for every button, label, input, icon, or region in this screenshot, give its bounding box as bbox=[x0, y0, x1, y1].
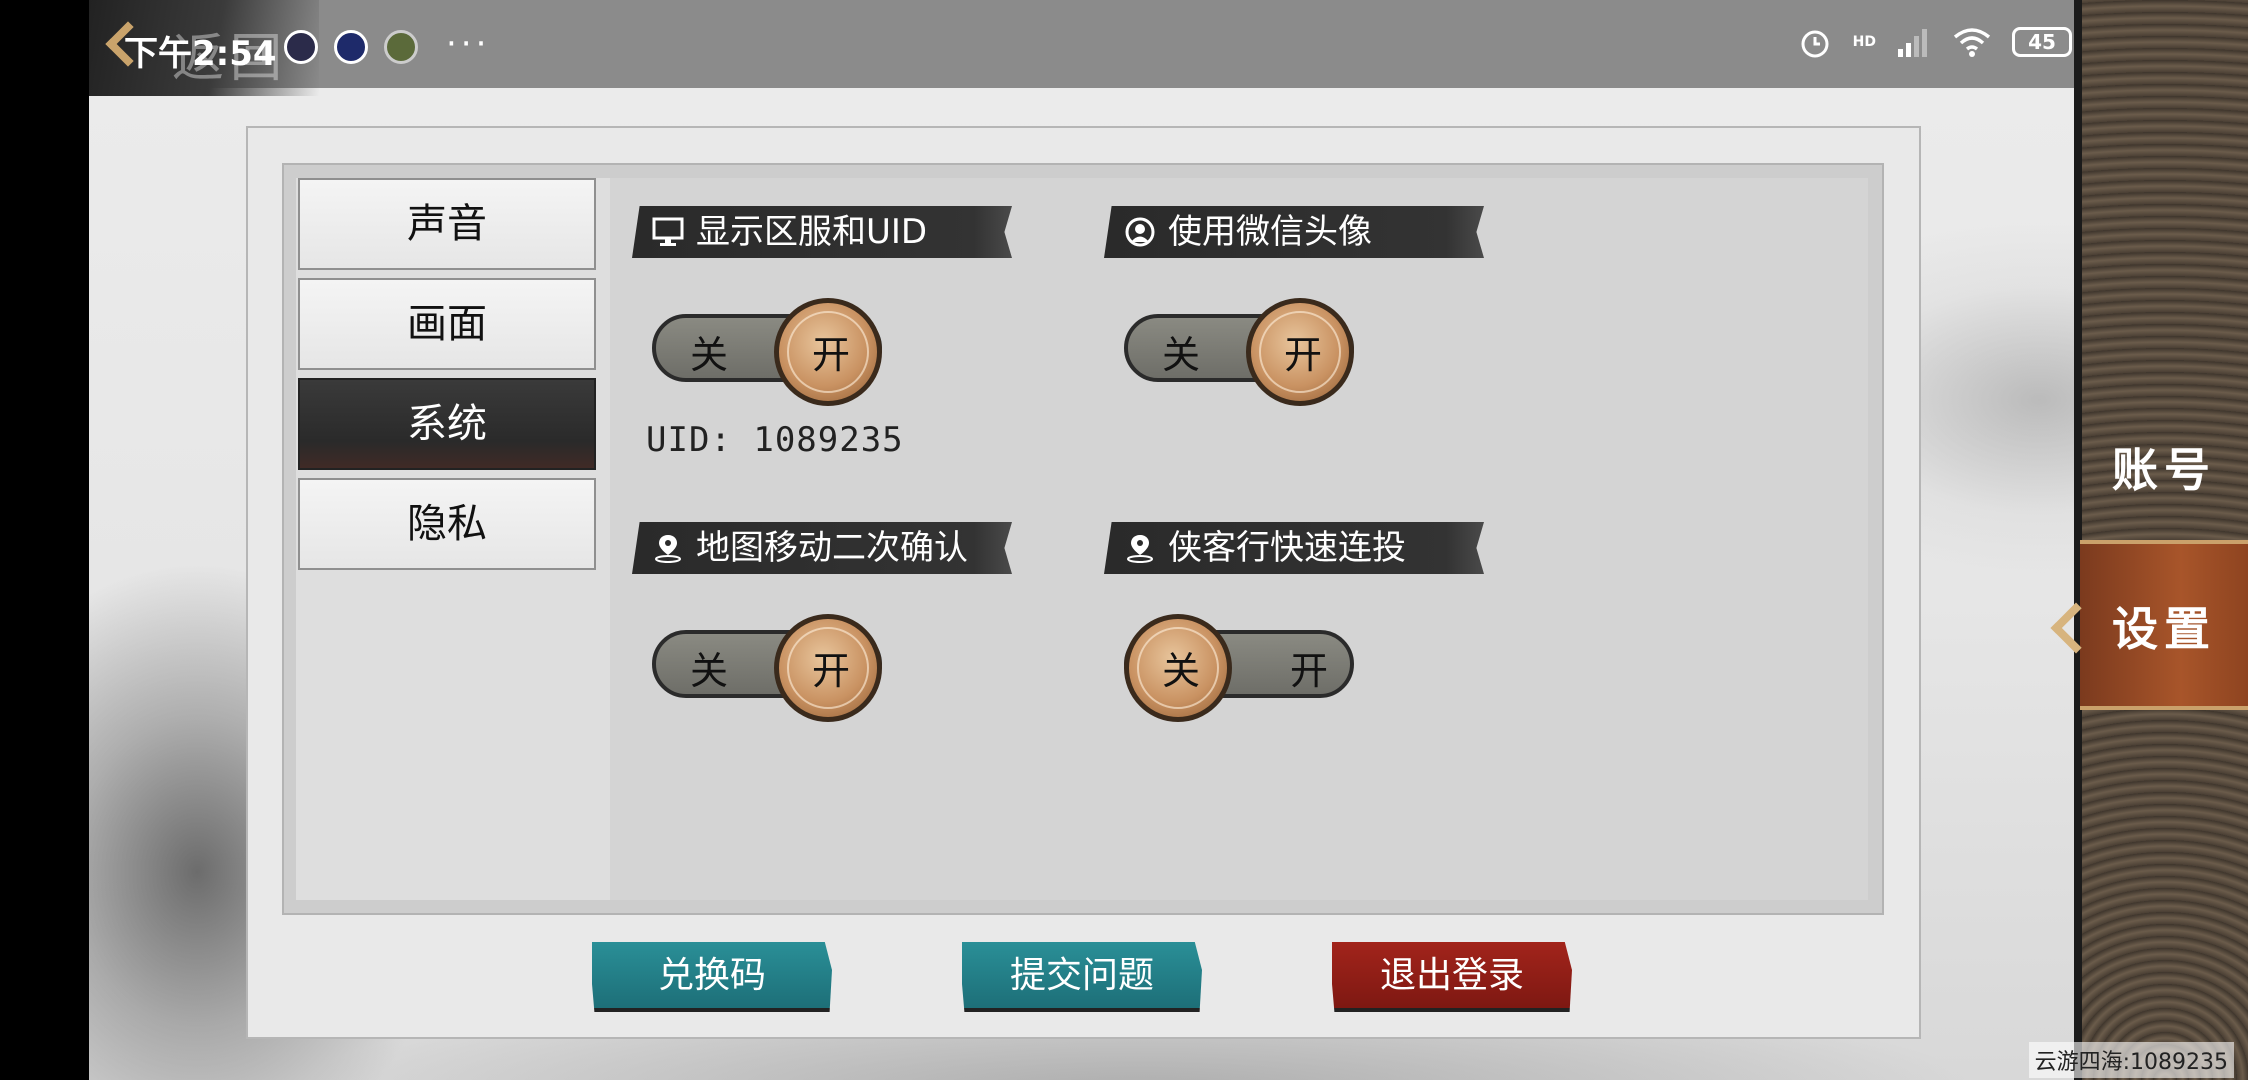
location-pin-icon bbox=[1127, 535, 1153, 563]
app-notification-icon bbox=[384, 30, 418, 64]
logout-button[interactable]: 退出登录 bbox=[1332, 942, 1572, 1012]
app-notification-icon bbox=[284, 30, 318, 64]
app-notification-icon bbox=[334, 30, 368, 64]
section-title: 使用微信头像 bbox=[1168, 212, 1372, 252]
watermark: 云游四海:1089235 bbox=[2028, 1042, 2234, 1078]
battery-icon: 45 bbox=[2012, 27, 2072, 57]
uid-display: UID: 1089235 bbox=[646, 420, 904, 460]
tab-sound[interactable]: 声音 bbox=[298, 178, 596, 270]
toggle-off-label: 关 bbox=[1162, 649, 1201, 693]
toggle-off-label: 关 bbox=[690, 649, 729, 693]
redeem-code-button[interactable]: 兑换码 bbox=[592, 942, 832, 1012]
cellular-signal-icon bbox=[1898, 29, 1927, 57]
avatar-icon bbox=[1125, 217, 1155, 247]
alarm-icon bbox=[1801, 30, 1829, 58]
toggle-on-label: 开 bbox=[812, 333, 851, 377]
toggle-wechat-avatar[interactable]: 关 开 bbox=[1124, 298, 1364, 406]
section-header-show-server-uid: 显示区服和UID bbox=[632, 206, 1012, 258]
toggle-show-server-uid[interactable]: 关 开 bbox=[652, 298, 892, 406]
toggle-quick-throw[interactable]: 关 开 bbox=[1124, 614, 1364, 722]
toggle-on-label: 开 bbox=[812, 649, 851, 693]
hd-indicator: HD bbox=[1852, 34, 1876, 50]
toggle-off-label: 关 bbox=[1162, 333, 1201, 377]
toggle-on-label: 开 bbox=[1284, 333, 1323, 377]
monitor-icon bbox=[652, 217, 684, 246]
tab-graphics[interactable]: 画面 bbox=[298, 278, 596, 370]
wifi-icon bbox=[1953, 28, 1991, 57]
location-pin-icon bbox=[655, 535, 681, 563]
tab-system[interactable]: 系统 bbox=[298, 378, 596, 470]
section-title: 侠客行快速连投 bbox=[1168, 528, 1406, 568]
submit-issue-button[interactable]: 提交问题 bbox=[962, 942, 1202, 1012]
toggle-map-move-confirm[interactable]: 关 开 bbox=[652, 614, 892, 722]
status-time: 下午2:54 bbox=[124, 34, 277, 74]
nav-tab-account[interactable]: 账号 bbox=[2080, 420, 2248, 520]
status-indicators: HD 45 bbox=[1797, 24, 2072, 60]
toggle-off-label: 关 bbox=[690, 333, 729, 377]
section-title: 显示区服和UID bbox=[696, 212, 928, 252]
nav-tab-settings[interactable]: 设置 bbox=[2080, 540, 2248, 710]
tab-privacy[interactable]: 隐私 bbox=[298, 478, 596, 570]
section-header-map-move-confirm: 地图移动二次确认 bbox=[632, 522, 1012, 574]
section-title: 地图移动二次确认 bbox=[696, 528, 968, 568]
section-header-quick-throw: 侠客行快速连投 bbox=[1104, 522, 1484, 574]
toggle-on-label: 开 bbox=[1290, 649, 1329, 693]
more-notifications-icon: ··· bbox=[446, 24, 491, 64]
section-header-wechat-avatar: 使用微信头像 bbox=[1104, 206, 1484, 258]
